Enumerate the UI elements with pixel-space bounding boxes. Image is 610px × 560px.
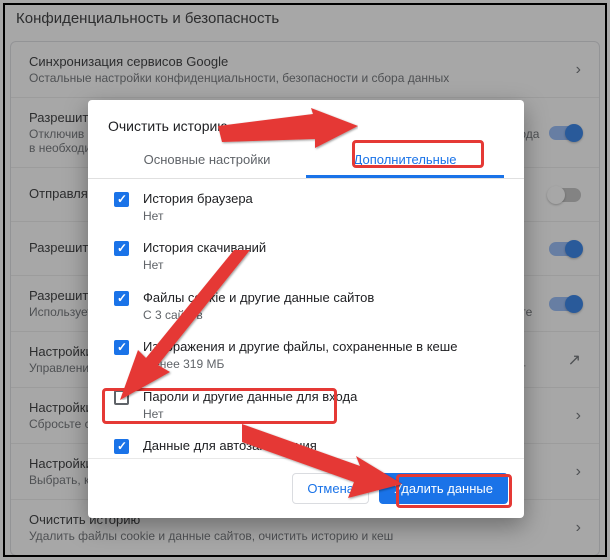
- option-sublabel: Нет: [143, 258, 266, 274]
- option-label: Изображения и другие файлы, сохраненные …: [143, 339, 457, 356]
- checkbox[interactable]: [114, 390, 129, 405]
- clear-data-option[interactable]: История браузераНет: [108, 183, 518, 232]
- option-label: История браузера: [143, 191, 253, 208]
- option-sublabel: Нет: [143, 407, 357, 423]
- checkbox[interactable]: [114, 439, 129, 454]
- checkbox[interactable]: [114, 241, 129, 256]
- tab-basic[interactable]: Основные настройки: [108, 144, 306, 178]
- dialog-actions: Отмена Удалить данные: [88, 458, 524, 518]
- option-texts: История браузераНет: [143, 191, 253, 224]
- dialog-tabs: Основные настройки Дополнительные: [88, 144, 524, 179]
- checkbox[interactable]: [114, 291, 129, 306]
- clear-data-option[interactable]: Файлы cookie и другие данные сайтовС 3 с…: [108, 282, 518, 331]
- option-texts: Данные для автозаполненияНет: [143, 438, 317, 458]
- option-sublabel: Нет: [143, 456, 317, 458]
- clear-data-option[interactable]: История скачиванийНет: [108, 232, 518, 281]
- option-label: Пароли и другие данные для входа: [143, 389, 357, 406]
- dialog-title: Очистить историю: [88, 100, 524, 144]
- option-texts: История скачиванийНет: [143, 240, 266, 273]
- tab-advanced[interactable]: Дополнительные: [306, 144, 504, 178]
- option-sublabel: С 3 сайтов: [143, 308, 374, 324]
- clear-data-option[interactable]: Данные для автозаполненияНет: [108, 430, 518, 458]
- option-label: История скачиваний: [143, 240, 266, 257]
- option-texts: Пароли и другие данные для входаНет: [143, 389, 357, 422]
- clear-history-dialog: Очистить историю Основные настройки Допо…: [88, 100, 524, 518]
- option-sublabel: Нет: [143, 209, 253, 225]
- checkbox[interactable]: [114, 340, 129, 355]
- option-texts: Изображения и другие файлы, сохраненные …: [143, 339, 457, 372]
- clear-data-option[interactable]: Изображения и другие файлы, сохраненные …: [108, 331, 518, 380]
- delete-data-button[interactable]: Удалить данные: [379, 473, 508, 504]
- option-label: Данные для автозаполнения: [143, 438, 317, 455]
- checkbox[interactable]: [114, 192, 129, 207]
- option-texts: Файлы cookie и другие данные сайтовС 3 с…: [143, 290, 374, 323]
- option-label: Файлы cookie и другие данные сайтов: [143, 290, 374, 307]
- options-list[interactable]: История браузераНетИстория скачиванийНет…: [88, 179, 524, 458]
- option-sublabel: Менее 319 МБ: [143, 357, 457, 373]
- clear-data-option[interactable]: Пароли и другие данные для входаНет: [108, 381, 518, 430]
- cancel-button[interactable]: Отмена: [292, 473, 369, 504]
